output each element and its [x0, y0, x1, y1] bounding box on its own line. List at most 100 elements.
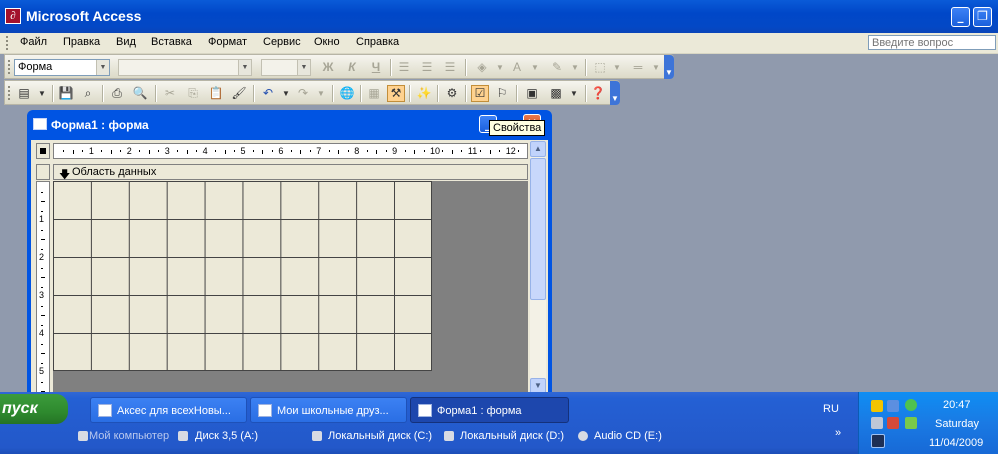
fill-color-button[interactable]: ◈	[473, 59, 491, 76]
font-color-dropdown[interactable]: ▼	[526, 59, 544, 76]
redo-dropdown[interactable]: ▼	[312, 85, 330, 102]
ruler-tick	[41, 343, 43, 345]
detail-section-bar[interactable]: 🡇 Область данных	[53, 164, 528, 181]
paste-button[interactable]: 📋	[207, 85, 225, 102]
menu-insert[interactable]: Вставка	[151, 36, 192, 48]
chevron-down-icon[interactable]: ▼	[96, 60, 109, 75]
more-chevron[interactable]: »	[835, 427, 841, 439]
font-color-button[interactable]: A	[508, 59, 526, 76]
toolbar-options-button[interactable]: ▼	[610, 81, 620, 105]
taskbar-item-access-doc[interactable]: Аксес для всехНовы...	[90, 397, 247, 423]
menu-edit[interactable]: Правка	[63, 36, 100, 48]
code-button[interactable]: ⚙	[443, 85, 461, 102]
file-search-button[interactable]: ⌕	[79, 85, 97, 102]
minimize-button[interactable]: _	[951, 7, 970, 27]
network-icon[interactable]	[887, 400, 899, 412]
section-selector[interactable]	[36, 164, 50, 180]
local-disk-d-link[interactable]: Локальный диск (D:)	[460, 430, 564, 442]
fill-color-dropdown[interactable]: ▼	[491, 59, 509, 76]
redo-icon: ↷	[297, 86, 309, 100]
align-center-button[interactable]: ☰	[418, 59, 436, 76]
network-error-icon[interactable]	[887, 417, 899, 429]
toolbar-grip[interactable]	[8, 86, 13, 100]
menu-view[interactable]: Вид	[116, 36, 136, 48]
align-right-button[interactable]: ☰	[441, 59, 459, 76]
chevron-down-icon: ▼	[613, 63, 621, 72]
menu-file[interactable]: Файл	[20, 36, 47, 48]
form-selector[interactable]	[36, 143, 50, 159]
help-button[interactable]: ❓	[589, 85, 607, 102]
format-painter-button[interactable]: 🖌	[230, 85, 248, 102]
my-computer-link[interactable]: Мой компьютер	[89, 430, 169, 442]
menu-help[interactable]: Справка	[356, 36, 399, 48]
new-object-dropdown[interactable]: ▼	[565, 85, 583, 102]
taskbar-item-school-friends[interactable]: Мои школьные друз...	[250, 397, 407, 423]
form-icon[interactable]	[33, 118, 47, 130]
undo-button[interactable]: ↶	[259, 85, 277, 102]
bold-button[interactable]: Ж	[319, 59, 337, 76]
align-left-button[interactable]: ☰	[395, 59, 413, 76]
toolbar-grip[interactable]	[8, 60, 13, 74]
object-combo[interactable]: Форма ▼	[14, 59, 110, 76]
print-preview-button[interactable]: 🔍	[131, 85, 149, 102]
security-shield-icon[interactable]	[871, 400, 883, 412]
database-window-button[interactable]: ▣	[523, 85, 541, 102]
view-dropdown[interactable]: ▼	[33, 85, 51, 102]
file-search-icon: ⌕	[84, 86, 92, 100]
properties-button[interactable]: ☑	[471, 85, 489, 102]
italic-button[interactable]: К	[343, 59, 361, 76]
menu-tools[interactable]: Сервис	[263, 36, 301, 48]
tray-app-icon[interactable]	[871, 417, 883, 429]
word-doc-icon	[98, 404, 112, 417]
clock-time[interactable]: 20:47	[943, 399, 971, 411]
restore-button[interactable]: ❐	[973, 7, 992, 27]
floppy-drive-link[interactable]: Диск 3,5 (A:)	[195, 430, 258, 442]
vertical-ruler[interactable]: 1 2 3 4 5	[36, 181, 50, 394]
font-size-combo[interactable]: ▼	[261, 59, 311, 76]
line-color-button[interactable]: ✎	[548, 59, 566, 76]
toolbar-options-button[interactable]: ▼	[664, 55, 674, 79]
scroll-up-button[interactable]: ▲	[530, 141, 546, 157]
line-width-button[interactable]: ═	[629, 59, 647, 76]
line-width-dropdown[interactable]: ▼	[647, 59, 665, 76]
copy-button[interactable]: ⎘	[184, 85, 202, 102]
help-question-input[interactable]	[868, 35, 996, 50]
font-name-combo[interactable]: ▼	[118, 59, 252, 76]
access-app-icon[interactable]: ∂	[5, 8, 21, 24]
language-indicator[interactable]: RU	[823, 403, 839, 415]
hyperlink-button[interactable]: 🌐	[338, 85, 356, 102]
field-list-button[interactable]: ▦	[365, 85, 383, 102]
print-button[interactable]: ⎙	[108, 85, 126, 102]
redo-button[interactable]: ↷	[294, 85, 312, 102]
taskbar-item-form1[interactable]: Форма1 : форма	[410, 397, 569, 423]
border-button[interactable]: ⬚	[591, 59, 609, 76]
autoformat-button[interactable]: ✨	[415, 85, 433, 102]
chevron-down-icon[interactable]: ▼	[297, 60, 310, 75]
deskbar-grip[interactable]	[78, 431, 88, 441]
menu-format[interactable]: Формат	[208, 36, 247, 48]
antivirus-icon[interactable]	[871, 434, 885, 448]
build-button[interactable]: ⚐	[493, 85, 511, 102]
chevron-down-icon[interactable]: ▼	[238, 60, 251, 75]
tray-app-icon[interactable]	[905, 417, 917, 429]
undo-dropdown[interactable]: ▼	[277, 85, 295, 102]
underline-button[interactable]: Ч	[367, 59, 385, 76]
start-button[interactable]: пуск	[0, 394, 68, 424]
line-color-dropdown[interactable]: ▼	[566, 59, 584, 76]
app-title-bar[interactable]: ∂ Microsoft Access _ ❐	[0, 0, 998, 33]
new-object-button[interactable]: ▩	[547, 85, 565, 102]
save-button[interactable]: 💾	[57, 85, 75, 102]
border-dropdown[interactable]: ▼	[608, 59, 626, 76]
detail-section-grid[interactable]	[53, 181, 432, 371]
menubar-grip[interactable]	[6, 36, 11, 50]
local-disk-c-link[interactable]: Локальный диск (C:)	[328, 430, 432, 442]
messenger-icon[interactable]	[905, 399, 917, 411]
audio-cd-link[interactable]: Audio CD (E:)	[594, 430, 662, 442]
cut-button[interactable]: ✂	[161, 85, 179, 102]
view-button[interactable]: ▤	[15, 85, 33, 102]
scroll-thumb[interactable]	[530, 158, 546, 300]
menu-window[interactable]: Окно	[314, 36, 340, 48]
separator	[409, 85, 411, 102]
horizontal-ruler[interactable]: 1 2 3 4 5 6 7 8 9 10 11 12	[53, 143, 528, 159]
toolbox-button[interactable]: ⚒	[387, 85, 405, 102]
